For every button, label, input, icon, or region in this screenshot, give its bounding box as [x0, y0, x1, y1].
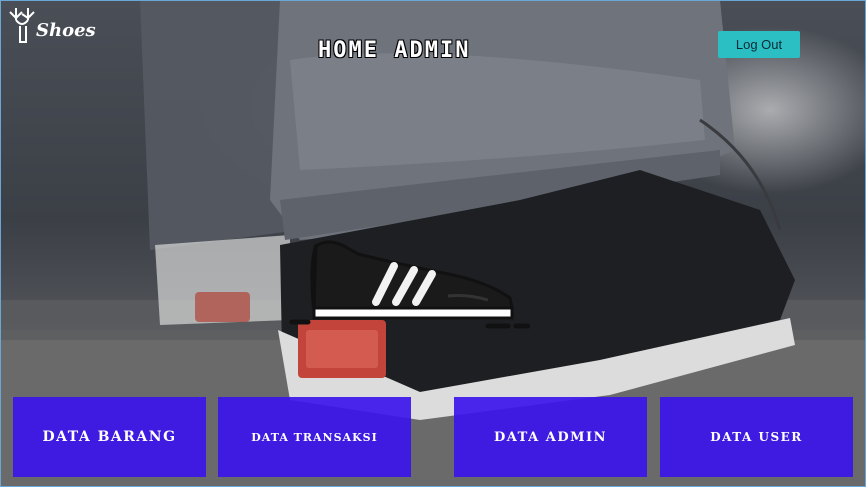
- data-transaksi-button[interactable]: Data Transaksi: [218, 397, 411, 477]
- sneaker-icon: [288, 236, 531, 332]
- logout-button[interactable]: Log Out: [718, 31, 800, 58]
- page-title: Home Admin: [318, 38, 471, 63]
- deer-antler-logo-icon: [9, 8, 35, 43]
- data-user-button[interactable]: Data User: [660, 397, 853, 477]
- brand-logo[interactable]: Shoes: [6, 4, 98, 50]
- logo-text: Shoes: [36, 20, 96, 41]
- data-barang-button[interactable]: Data Barang: [13, 397, 206, 477]
- data-admin-button[interactable]: Data Admin: [454, 397, 647, 477]
